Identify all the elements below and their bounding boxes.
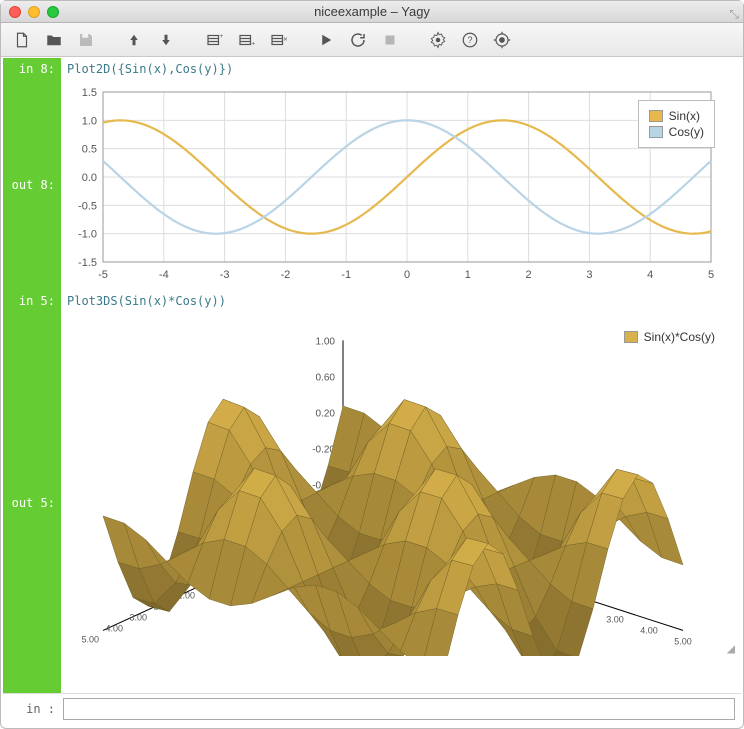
insert-above-button[interactable]: + [201,27,227,53]
toolbar: + + × ? [1,23,743,57]
svg-text:×: × [283,34,287,43]
cell-out-8: out 8: -5 -4 -3 -2 -1 0 1 2 3 4 5 -1.5 -1.0 -0.5 0.0 0.… [3,80,741,290]
svg-text:-4: -4 [159,269,169,281]
svg-text:+: + [251,40,255,47]
plot3d-legend: Sin(x)*Cos(y) [624,330,715,344]
command-input[interactable] [63,698,735,720]
cell-gutter: in 5: [3,290,61,312]
svg-text:3.00: 3.00 [606,614,624,624]
svg-text:?: ? [467,35,472,45]
cell-gutter: out 8: [3,80,61,290]
svg-text:1: 1 [465,269,471,281]
svg-text:-3: -3 [220,269,230,281]
svg-text:3: 3 [586,269,592,281]
plot2d-svg: -5 -4 -3 -2 -1 0 1 2 3 4 5 -1.5 -1.0 -0.5 0.0 0.5 1.0 1.5 [63,84,723,284]
plot2d-legend: Sin(x) Cos(y) [638,100,715,148]
svg-text:0.20: 0.20 [316,408,336,419]
run-button[interactable] [313,27,339,53]
svg-text:0.0: 0.0 [82,172,97,184]
legend-label: Sin(x)*Cos(y) [644,330,715,344]
plot2d-output[interactable]: -5 -4 -3 -2 -1 0 1 2 3 4 5 -1.5 -1.0 -0.5 0.0 0.5 1.0 1.5… [61,80,741,290]
close-icon[interactable] [9,6,21,18]
move-down-button[interactable] [153,27,179,53]
svg-text:3.00: 3.00 [129,612,147,622]
cell-code[interactable]: Plot3DS(Sin(x)*Cos(y)) [61,290,741,312]
cell-gutter: in 8: [3,58,61,80]
svg-text:1.5: 1.5 [82,87,97,99]
svg-text:0: 0 [404,269,410,281]
window-controls [9,6,59,18]
resize-grip-icon[interactable]: ⤡ [729,7,739,22]
svg-text:1.0: 1.0 [82,115,97,127]
target-button[interactable] [489,27,515,53]
svg-text:0.5: 0.5 [82,144,97,156]
save-button[interactable] [73,27,99,53]
legend-item-sin: Sin(x) [649,109,704,123]
plot3d-svg: -1.00-0.60-0.200.200.601.00-5.00-4.00-3.… [63,316,723,656]
open-file-button[interactable] [41,27,67,53]
plot3d-output[interactable]: -1.00-0.60-0.200.200.601.00-5.00-4.00-3.… [61,312,741,693]
svg-text:-0.5: -0.5 [78,200,97,212]
legend-label: Sin(x) [669,109,700,123]
reload-button[interactable] [345,27,371,53]
window-title: niceexample – Yagy [1,4,743,19]
move-up-button[interactable] [121,27,147,53]
stop-button[interactable] [377,27,403,53]
insert-below-button[interactable]: + [233,27,259,53]
settings-button[interactable] [425,27,451,53]
cell-gutter: out 5: [3,312,61,693]
cell-list: in 8: Plot2D({Sin(x),Cos(y)}) out 8: -5-… [3,58,741,693]
svg-text:-1.5: -1.5 [78,257,97,269]
svg-text:-1.0: -1.0 [78,229,97,241]
legend-swatch [649,126,663,138]
new-file-button[interactable] [9,27,35,53]
svg-text:+: + [219,32,223,39]
svg-text:5.00: 5.00 [674,636,692,646]
svg-text:5: 5 [708,269,714,281]
svg-text:-2: -2 [281,269,291,281]
svg-text:4.00: 4.00 [105,623,123,633]
svg-text:2: 2 [526,269,532,281]
zoom-icon[interactable] [47,6,59,18]
input-bar: in : [3,693,741,724]
svg-text:0.60: 0.60 [316,372,336,383]
minimize-icon[interactable] [28,6,40,18]
input-prompt: in : [3,694,61,724]
cell-code[interactable]: Plot2D({Sin(x),Cos(y)}) [61,58,741,80]
legend-swatch [624,331,638,343]
delete-cell-button[interactable]: × [265,27,291,53]
svg-text:-5: -5 [98,269,108,281]
titlebar: niceexample – Yagy ⤡ [1,1,743,23]
cell-out-5: out 5: -1.00-0.60-0.200.200.601.00-5.00-… [3,312,741,693]
svg-text:-1: -1 [341,269,351,281]
help-button[interactable]: ? [457,27,483,53]
legend-swatch [649,110,663,122]
svg-text:4.00: 4.00 [640,625,658,635]
svg-text:4: 4 [647,269,653,281]
pane-resize-icon[interactable]: ◢ [727,641,735,657]
svg-text:1.00: 1.00 [316,336,336,347]
svg-text:5.00: 5.00 [81,634,99,644]
legend-label: Cos(y) [669,125,704,139]
legend-item-cos: Cos(y) [649,125,704,139]
cell-in-5: in 5: Plot3DS(Sin(x)*Cos(y)) [3,290,741,312]
workspace: in 8: Plot2D({Sin(x),Cos(y)}) out 8: -5-… [3,58,741,724]
cell-in-8: in 8: Plot2D({Sin(x),Cos(y)}) [3,58,741,80]
